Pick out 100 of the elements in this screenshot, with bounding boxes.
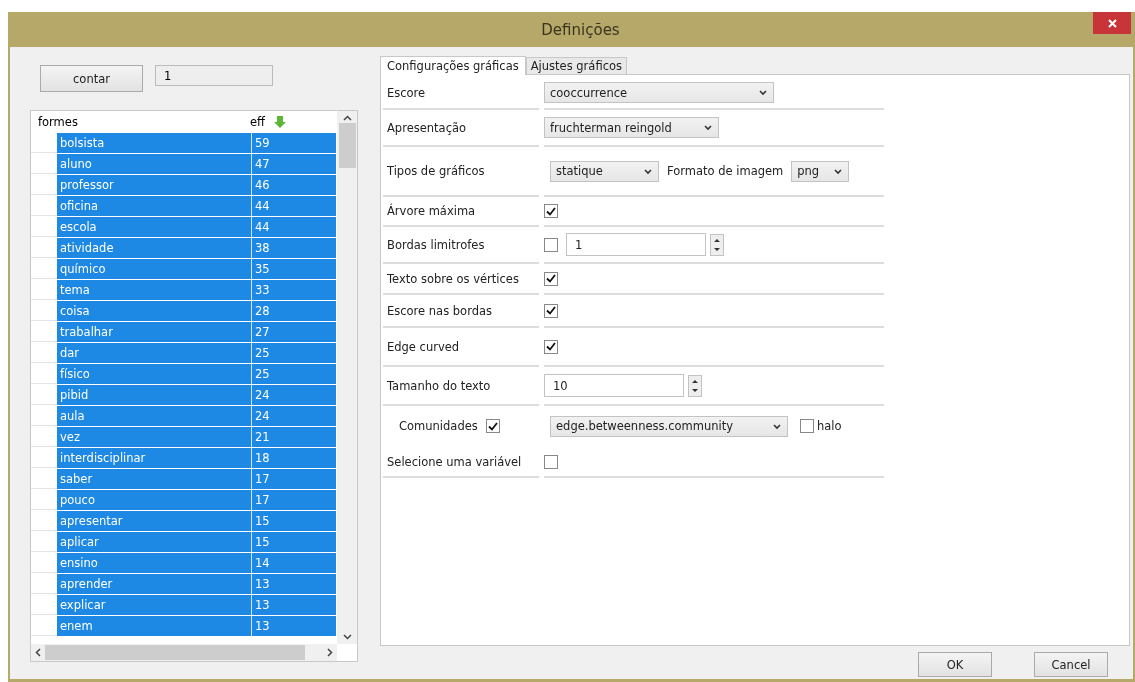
column-header[interactable]: eff bbox=[250, 115, 265, 129]
table-cell[interactable]: 24 bbox=[252, 406, 336, 426]
table-cell[interactable]: 59 bbox=[252, 133, 336, 153]
tab[interactable]: Ajustes gráficos bbox=[525, 57, 627, 74]
table-cell[interactable]: 38 bbox=[252, 238, 336, 258]
table-cell[interactable]: professor bbox=[57, 175, 252, 195]
column-header[interactable]: formes bbox=[31, 115, 245, 129]
setting-label: Texto sobre os vértices bbox=[387, 271, 519, 286]
setting-label: Formato de imagem bbox=[667, 164, 784, 178]
spin-arrows-icon bbox=[710, 233, 724, 256]
checkbox[interactable] bbox=[544, 339, 558, 354]
checkbox[interactable] bbox=[544, 271, 558, 286]
chevron-down-icon bbox=[833, 166, 844, 176]
tab[interactable]: Configurações gráficas bbox=[380, 56, 526, 75]
table-cell[interactable]: 13 bbox=[252, 595, 336, 615]
table-cell[interactable]: físico bbox=[57, 364, 252, 384]
setting-label: Bordas limitrofes bbox=[387, 237, 485, 252]
table-cell[interactable]: 46 bbox=[252, 175, 336, 195]
table-cell[interactable]: aplicar bbox=[57, 532, 252, 552]
checkbox[interactable] bbox=[544, 237, 558, 252]
table-cell[interactable]: ensino bbox=[57, 553, 252, 573]
table-cell[interactable]: 21 bbox=[252, 427, 336, 447]
setting-label: Tipos de gráficos bbox=[387, 164, 485, 178]
scroll-thumb[interactable] bbox=[338, 123, 356, 168]
table-cell[interactable]: 44 bbox=[252, 196, 336, 216]
table-cell[interactable]: 13 bbox=[252, 616, 336, 636]
dropdown[interactable]: edge.betweenness.community bbox=[550, 415, 788, 437]
table-cell[interactable]: trabalhar bbox=[57, 322, 252, 342]
table-cell[interactable]: aula bbox=[57, 406, 252, 426]
table-cell[interactable]: saber bbox=[57, 469, 252, 489]
table-cell[interactable]: explicar bbox=[57, 595, 252, 615]
setting-label: Árvore máxima bbox=[387, 204, 476, 218]
setting-label: Tamanho do texto bbox=[387, 378, 491, 393]
chevron-down-icon bbox=[758, 88, 768, 97]
table-cell[interactable]: aprender bbox=[57, 574, 252, 594]
vertical-scrollbar[interactable] bbox=[337, 111, 357, 644]
horizontal-scrollbar[interactable] bbox=[31, 644, 337, 661]
table-cell[interactable]: 18 bbox=[252, 448, 336, 468]
table-cell[interactable]: pibid bbox=[57, 385, 252, 405]
dropdown[interactable]: statique bbox=[550, 160, 659, 182]
table-cell[interactable]: enem bbox=[57, 616, 252, 636]
scroll-up-icon bbox=[342, 115, 352, 121]
table-cell[interactable]: 13 bbox=[252, 574, 336, 594]
checkbox[interactable] bbox=[485, 419, 500, 433]
window-title: Definições bbox=[540, 20, 621, 39]
setting-label: Edge curved bbox=[387, 339, 460, 354]
dropdown[interactable]: cooccurrence bbox=[544, 82, 774, 103]
table-cell[interactable]: 25 bbox=[252, 364, 336, 384]
setting-label: Selecione uma variável bbox=[387, 455, 522, 469]
table-cell[interactable]: coisa bbox=[57, 301, 252, 321]
close-icon bbox=[1107, 18, 1117, 28]
table-cell[interactable]: bolsista bbox=[57, 133, 252, 153]
table-cell[interactable]: dar bbox=[57, 343, 252, 363]
table-cell[interactable]: atividade bbox=[57, 238, 252, 258]
scroll-right-icon bbox=[327, 648, 333, 657]
checkbox[interactable] bbox=[544, 455, 558, 469]
setting-label: Apresentação bbox=[387, 120, 467, 135]
spin-arrows-icon bbox=[688, 374, 702, 397]
table-cell[interactable]: apresentar bbox=[57, 511, 252, 531]
dialog-button[interactable]: OK bbox=[918, 652, 992, 677]
count-field[interactable]: 1 bbox=[155, 65, 273, 86]
table-cell[interactable]: 17 bbox=[252, 490, 336, 510]
chevron-down-icon bbox=[772, 421, 782, 431]
checkbox[interactable] bbox=[800, 419, 814, 433]
scroll-down-icon bbox=[342, 634, 352, 640]
count-button[interactable]: contar bbox=[40, 65, 143, 92]
table-cell[interactable]: escola bbox=[57, 217, 252, 237]
table-cell[interactable]: pouco bbox=[57, 490, 252, 510]
table-cell[interactable]: 15 bbox=[252, 511, 336, 531]
setting-label: Comunidades bbox=[399, 419, 478, 433]
table-cell[interactable]: 33 bbox=[252, 280, 336, 300]
table-cell[interactable]: tema bbox=[57, 280, 252, 300]
table-cell[interactable]: 27 bbox=[252, 322, 336, 342]
table-cell[interactable]: 14 bbox=[252, 553, 336, 573]
table-cell[interactable]: 47 bbox=[252, 154, 336, 174]
dropdown[interactable]: png bbox=[791, 160, 850, 182]
table-cell[interactable]: 35 bbox=[252, 259, 336, 279]
checkbox[interactable] bbox=[544, 303, 558, 318]
table-cell[interactable]: 28 bbox=[252, 301, 336, 321]
table-cell[interactable]: 44 bbox=[252, 217, 336, 237]
chevron-down-icon bbox=[643, 166, 653, 176]
table-cell[interactable]: 17 bbox=[252, 469, 336, 489]
number-field[interactable]: 1 bbox=[566, 233, 706, 256]
table-cell[interactable]: aluno bbox=[57, 154, 252, 174]
dropdown[interactable]: fruchterman reingold bbox=[544, 117, 719, 138]
table-cell[interactable]: interdisciplinar bbox=[57, 448, 252, 468]
table-cell[interactable]: 24 bbox=[252, 385, 336, 405]
dialog-button[interactable]: Cancel bbox=[1034, 652, 1108, 677]
table-cell[interactable]: vez bbox=[57, 427, 252, 447]
table-cell[interactable]: oficina bbox=[57, 196, 252, 216]
table-cell[interactable]: 15 bbox=[252, 532, 336, 552]
scroll-thumb[interactable] bbox=[45, 645, 305, 660]
checkbox[interactable] bbox=[544, 204, 558, 218]
table-cell[interactable]: 25 bbox=[252, 343, 336, 363]
scroll-left-icon bbox=[35, 648, 41, 657]
setting-label: Escore bbox=[387, 85, 426, 100]
table-cell[interactable]: químico bbox=[57, 259, 252, 279]
setting-label: Escore nas bordas bbox=[387, 303, 492, 318]
number-field[interactable]: 10 bbox=[544, 374, 684, 397]
close-button[interactable] bbox=[1093, 12, 1131, 34]
